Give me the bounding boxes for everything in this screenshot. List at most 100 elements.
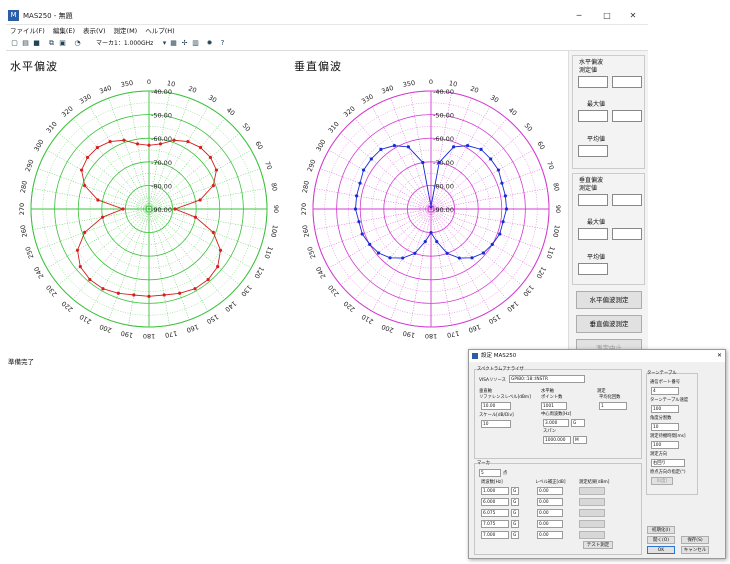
status-bar: 準備完了 <box>8 358 34 366</box>
marker-level-input[interactable]: 0.00 <box>537 487 563 495</box>
angle-tick-label: 270 <box>18 203 26 215</box>
copy-icon[interactable]: ⧉ <box>47 39 56 48</box>
angle-tick-label: 290 <box>24 158 36 172</box>
marker-level-input[interactable]: 0.00 <box>537 531 563 539</box>
grid-icon[interactable]: ▦ <box>169 39 178 48</box>
points-input[interactable]: 1001 <box>541 402 567 410</box>
ref-level-label: リファレンスレベル[dBm] <box>479 395 531 400</box>
measure-vertical-button[interactable]: 垂直偏波測定 <box>576 315 642 333</box>
data-point <box>101 287 105 291</box>
marker-unit-select[interactable]: G <box>511 498 519 506</box>
data-point <box>147 294 151 298</box>
test-measure-button[interactable]: テスト測定 <box>583 541 613 549</box>
angle-tick-label: 230 <box>45 283 59 298</box>
data-point <box>413 251 417 255</box>
angle-tick-label: 80 <box>551 182 560 192</box>
center-unit-select[interactable]: G <box>571 419 585 427</box>
v-avg-value <box>578 263 608 275</box>
origin-button[interactable]: 0(度) <box>651 477 673 485</box>
marker-unit-select[interactable]: G <box>511 520 519 528</box>
help-icon[interactable]: ? <box>218 39 227 48</box>
wait-input[interactable]: 100 <box>651 441 679 449</box>
init-button[interactable]: 初期化(I) <box>647 526 675 534</box>
marker-count-select[interactable]: 5 <box>479 469 501 477</box>
radial-tick-label: -50.00 <box>433 112 454 120</box>
measure-horizontal-button[interactable]: 水平偏波測定 <box>576 291 642 309</box>
data-point <box>355 194 359 198</box>
marker-unit-select[interactable]: G <box>511 509 519 517</box>
data-point <box>218 248 223 252</box>
print-icon[interactable]: ◔ <box>73 39 82 48</box>
app-icon: M <box>8 10 19 21</box>
speed-input[interactable]: 100 <box>651 405 679 413</box>
angle-tick-label: 190 <box>402 329 416 339</box>
angle-tick-label: 190 <box>120 329 134 339</box>
avg-count-input[interactable]: 1 <box>599 402 627 410</box>
data-point <box>489 157 493 161</box>
radial-tick-label: -70.00 <box>151 159 172 167</box>
ok-button[interactable]: OK <box>647 546 675 554</box>
network-icon[interactable]: ✢ <box>180 39 189 48</box>
angle-tick-label: 320 <box>60 105 75 119</box>
horizontal-results-group: 水平偏波 測定値 最大値 平均値 <box>572 55 645 169</box>
radial-tick-label: -50.00 <box>151 112 172 120</box>
dialog-title: 設定 MAS250 <box>469 350 725 362</box>
grid-spoke <box>371 106 432 210</box>
marker-unit-select[interactable]: G <box>511 487 519 495</box>
paste-icon[interactable]: ▣ <box>58 39 67 48</box>
menu-help[interactable]: ヘルプ(H) <box>141 25 178 37</box>
marker-freq-input[interactable]: 7.075 <box>481 520 509 528</box>
menu-measure[interactable]: 測定(M) <box>110 25 142 37</box>
angle-tick-label: 290 <box>306 158 318 172</box>
angle-tick-label: 50 <box>241 122 252 133</box>
visa-select[interactable]: GPIB0::18::INSTR <box>509 375 585 383</box>
data-point <box>357 220 361 224</box>
angle-tick-label: 110 <box>262 245 274 259</box>
close-button[interactable]: ✕ <box>620 9 646 23</box>
angle-tick-label: 240 <box>314 265 327 280</box>
span-input[interactable]: 1000.000 <box>543 436 571 444</box>
angle-tick-label: 160 <box>185 322 199 334</box>
data-point <box>85 155 90 160</box>
marker-freq-input[interactable]: 6.000 <box>481 498 509 506</box>
center-input[interactable]: 3.000 <box>543 419 569 427</box>
new-icon[interactable]: ▢ <box>10 39 19 48</box>
marker-unit-select[interactable]: G <box>511 531 519 539</box>
save-button[interactable]: 保存(S) <box>681 536 709 544</box>
data-point <box>361 168 366 172</box>
dropdown-chevron-icon[interactable]: ▾ <box>160 39 169 48</box>
data-point <box>208 155 213 160</box>
menu-edit[interactable]: 編集(E) <box>49 25 79 37</box>
angle-tick-label: 150 <box>487 312 502 325</box>
minimize-button[interactable]: ─ <box>566 9 592 23</box>
marker-level-input[interactable]: 0.00 <box>537 509 563 517</box>
marker-freq-input[interactable]: 6.075 <box>481 509 509 517</box>
marker-freq-input[interactable]: 1.000 <box>481 487 509 495</box>
angle-tick-label: 180 <box>425 332 437 340</box>
marker-select[interactable]: マーカ1：1.000GHz <box>96 38 158 49</box>
port-select[interactable]: 4 <box>651 387 679 395</box>
chart-icon[interactable]: ▥ <box>191 39 200 48</box>
marker-level-input[interactable]: 0.00 <box>537 498 563 506</box>
angle-tick-label: 70 <box>263 160 273 171</box>
dialog-close-icon[interactable]: ✕ <box>717 352 722 359</box>
direction-select[interactable]: 右回り <box>651 459 685 467</box>
ref-level-input[interactable]: 10.00 <box>481 402 511 410</box>
open-button[interactable]: 開く(O) <box>647 536 675 544</box>
menu-view[interactable]: 表示(V) <box>79 25 110 37</box>
data-point <box>216 265 220 269</box>
angle-tick-label: 30 <box>489 93 500 104</box>
data-point <box>121 207 125 211</box>
menu-file[interactable]: ファイル(F) <box>6 25 49 37</box>
maximize-button[interactable]: □ <box>594 9 620 23</box>
angle-input[interactable]: 10 <box>651 423 679 431</box>
scale-input[interactable]: 10 <box>481 420 511 428</box>
cancel-button[interactable]: キャンセル <box>681 546 709 554</box>
marker-level-input[interactable]: 0.00 <box>537 520 563 528</box>
span-unit-select[interactable]: M <box>573 436 587 444</box>
marker-result-field <box>579 498 605 506</box>
open-icon[interactable]: ▤ <box>21 39 30 48</box>
settings-icon[interactable]: ✹ <box>205 39 214 48</box>
save-icon[interactable]: ■ <box>32 39 41 48</box>
marker-freq-input[interactable]: 7.000 <box>481 531 509 539</box>
